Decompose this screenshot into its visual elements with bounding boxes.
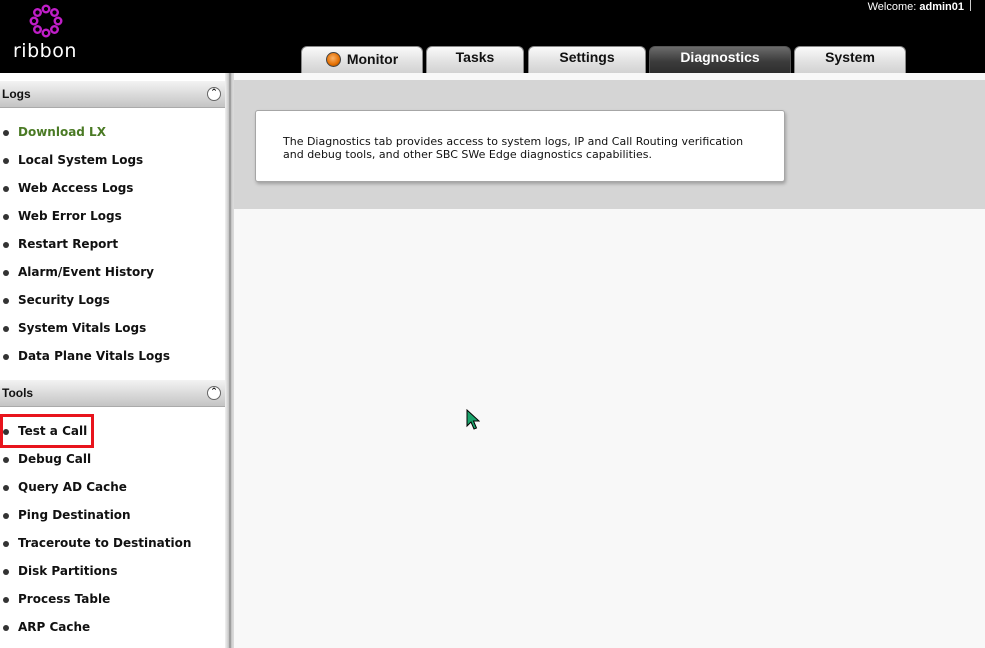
sidebar-item-label: Query AD Cache — [18, 480, 127, 494]
sidebar-item-restart-report[interactable]: Restart Report — [0, 234, 215, 256]
bullet-icon — [3, 326, 9, 332]
sidebar-item-label: Test a Call — [18, 424, 88, 438]
tab-settings-label: Settings — [559, 49, 615, 65]
bullet-icon — [3, 214, 9, 220]
sidebar-item-traceroute-to-destination[interactable]: Traceroute to Destination — [0, 533, 215, 555]
sidebar-item-label: Web Error Logs — [18, 209, 122, 223]
sidebar-item-web-access-logs[interactable]: Web Access Logs — [0, 178, 215, 200]
logs-section-header[interactable]: Logs ⌃ — [0, 81, 225, 108]
sidebar-item-label: Restart Report — [18, 237, 119, 251]
bullet-icon — [3, 429, 9, 435]
diagnostics-description: The Diagnostics tab provides access to s… — [283, 135, 744, 161]
sidebar-item-web-error-logs[interactable]: Web Error Logs — [0, 206, 215, 228]
brand-name: ribbon — [13, 40, 77, 62]
sidebar-item-label: System Vitals Logs — [18, 321, 147, 335]
tab-system[interactable]: System — [794, 46, 906, 73]
sidebar-item-label: Disk Partitions — [18, 564, 118, 578]
logs-section-title: Logs — [2, 87, 31, 101]
sidebar-item-local-system-logs[interactable]: Local System Logs — [0, 150, 215, 172]
tab-diagnostics-label: Diagnostics — [680, 49, 760, 65]
tab-monitor-label: Monitor — [346, 51, 399, 67]
sidebar-item-label: Traceroute to Destination — [18, 536, 192, 550]
bullet-icon — [3, 457, 9, 463]
sidebar-item-arp-cache[interactable]: ARP Cache — [0, 617, 215, 639]
sidebar-item-label: Web Access Logs — [18, 181, 134, 195]
sidebar-item-process-table[interactable]: Process Table — [0, 589, 215, 611]
sidebar-item-disk-partitions[interactable]: Disk Partitions — [0, 561, 215, 583]
sidebar-item-data-plane-vitals-logs[interactable]: Data Plane Vitals Logs — [0, 346, 215, 368]
sidebar-splitter[interactable] — [225, 73, 234, 648]
sidebar-item-label: Data Plane Vitals Logs — [18, 349, 171, 363]
sidebar-item-ping-destination[interactable]: Ping Destination — [0, 505, 215, 527]
sidebar-item-label: Security Logs — [18, 293, 110, 307]
bullet-icon — [3, 298, 9, 304]
sidebar-item-label: Local System Logs — [18, 153, 144, 167]
sidebar-item-download-lx[interactable]: Download LX — [0, 122, 215, 144]
username: admin01 — [919, 1, 964, 13]
mouse-cursor-icon — [466, 409, 480, 430]
tab-settings[interactable]: Settings — [528, 46, 646, 73]
bullet-icon — [3, 485, 9, 491]
bullet-icon — [3, 270, 9, 276]
tab-tasks[interactable]: Tasks — [426, 46, 524, 73]
collapse-logs-icon[interactable]: ⌃ — [207, 87, 221, 101]
tab-system-label: System — [825, 49, 875, 65]
sidebar-item-label: ARP Cache — [18, 620, 91, 634]
tab-diagnostics[interactable]: Diagnostics — [649, 46, 791, 73]
bullet-icon — [3, 186, 9, 192]
bullet-icon — [3, 242, 9, 248]
bullet-icon — [3, 158, 9, 164]
bullet-icon — [3, 625, 9, 631]
tab-tasks-label: Tasks — [455, 49, 495, 65]
sidebar-item-test-a-call[interactable]: Test a Call — [0, 421, 215, 443]
sidebar-item-alarm-event-history[interactable]: Alarm/Event History — [0, 262, 215, 284]
sidebar: Logs ⌃ Download LX Local System Logs Web… — [0, 73, 225, 648]
bullet-icon — [3, 513, 9, 519]
welcome-banner: Welcome: admin01 — [868, 0, 971, 13]
tab-monitor[interactable]: Monitor — [301, 46, 423, 73]
bullet-icon — [3, 354, 9, 360]
sidebar-item-query-ad-cache[interactable]: Query AD Cache — [0, 477, 215, 499]
bullet-icon — [3, 130, 9, 136]
tools-section-header[interactable]: Tools ⌃ — [0, 380, 225, 407]
bullet-icon — [3, 569, 9, 575]
tools-section-title: Tools — [2, 386, 34, 400]
top-header: ribbon Welcome: admin01 Monitor Tasks Se… — [0, 0, 985, 73]
welcome-label: Welcome: — [867, 1, 917, 13]
collapse-tools-icon[interactable]: ⌃ — [207, 386, 221, 400]
monitor-status-icon — [325, 52, 341, 67]
sidebar-item-label: Download LX — [18, 125, 106, 139]
sidebar-item-system-vitals-logs[interactable]: System Vitals Logs — [0, 318, 215, 340]
sidebar-item-label: Debug Call — [18, 452, 92, 466]
sidebar-item-label: Process Table — [18, 592, 111, 606]
bullet-icon — [3, 541, 9, 547]
sidebar-item-label: Alarm/Event History — [18, 265, 154, 279]
sidebar-item-label: Ping Destination — [18, 508, 131, 522]
sidebar-item-debug-call[interactable]: Debug Call — [0, 449, 215, 471]
bullet-icon — [3, 597, 9, 603]
info-panel: The Diagnostics tab provides access to s… — [255, 110, 785, 182]
sidebar-item-security-logs[interactable]: Security Logs — [0, 290, 215, 312]
